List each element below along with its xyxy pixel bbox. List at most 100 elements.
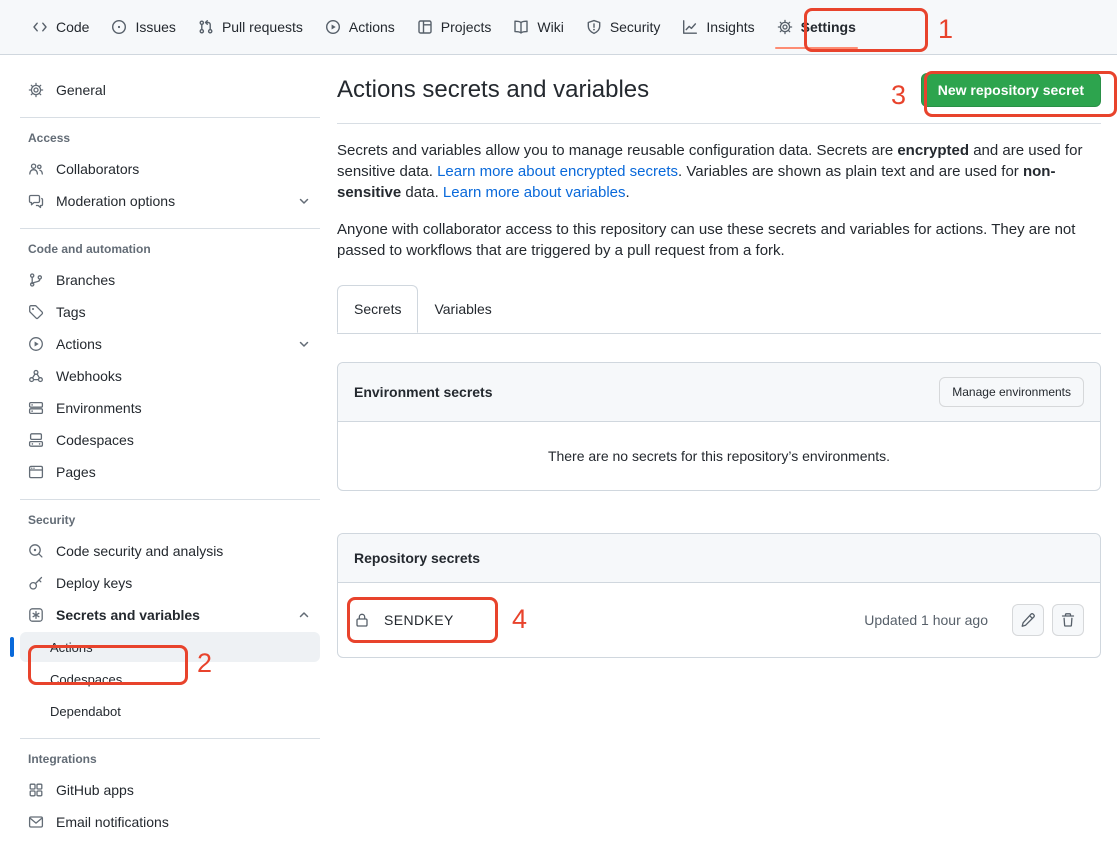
secrets-variables-tabnav: Secrets Variables xyxy=(337,285,1101,334)
sidebar-section-title-code-automation: Code and automation xyxy=(20,241,320,257)
lock-icon xyxy=(354,612,370,628)
repository-secrets-header: Repository secrets xyxy=(338,534,1100,583)
nav-tab-actions[interactable]: Actions xyxy=(315,11,405,43)
nav-tab-label: Pull requests xyxy=(222,19,303,35)
nav-tab-label: Code xyxy=(56,19,89,35)
sidebar-item-deploy-keys[interactable]: Deploy keys xyxy=(20,568,320,598)
sidebar-subitem-actions-secrets[interactable]: Actions xyxy=(20,632,320,662)
environment-secrets-box: Environment secrets Manage environments … xyxy=(337,362,1101,491)
tab-variables[interactable]: Variables xyxy=(418,285,507,333)
link-encrypted-secrets[interactable]: Learn more about encrypted secrets xyxy=(437,163,678,180)
divider xyxy=(20,117,320,118)
mail-icon xyxy=(28,814,44,830)
sidebar-section-title-access: Access xyxy=(20,130,320,146)
comment-discussion-icon xyxy=(28,193,44,209)
link-variables[interactable]: Learn more about variables xyxy=(443,184,626,201)
sidebar-item-code-security[interactable]: Code security and analysis xyxy=(20,536,320,566)
sidebar-item-label: Branches xyxy=(56,272,115,288)
tab-secrets[interactable]: Secrets xyxy=(337,285,418,333)
sidebar-item-email-notifications[interactable]: Email notifications xyxy=(20,807,320,837)
environment-secrets-empty-message: There are no secrets for this repository… xyxy=(338,422,1100,490)
description-text: . Variables are shown as plain text and … xyxy=(678,163,1023,180)
play-icon xyxy=(28,336,44,352)
chevron-down-icon xyxy=(296,193,312,209)
sidebar-item-environments[interactable]: Environments xyxy=(20,393,320,423)
webhook-icon xyxy=(28,368,44,384)
book-icon xyxy=(513,19,529,35)
code-icon xyxy=(32,19,48,35)
sidebar-item-label: Collaborators xyxy=(56,161,139,177)
nav-tab-security[interactable]: Security xyxy=(576,11,671,43)
repository-secrets-box: Repository secrets SENDKEY Updated 1 hou… xyxy=(337,533,1101,658)
github-settings-page: Code Issues Pull requests Actions Projec… xyxy=(0,0,1117,867)
divider xyxy=(20,738,320,739)
sidebar-item-github-apps[interactable]: GitHub apps xyxy=(20,775,320,805)
server-icon xyxy=(28,400,44,416)
delete-secret-button[interactable] xyxy=(1052,604,1084,636)
key-icon xyxy=(28,575,44,591)
edit-secret-button[interactable] xyxy=(1012,604,1044,636)
nav-tab-issues[interactable]: Issues xyxy=(101,11,185,43)
repo-tab-nav: Code Issues Pull requests Actions Projec… xyxy=(0,0,1117,55)
sidebar-item-pages[interactable]: Pages xyxy=(20,457,320,487)
sidebar-subitem-codespaces-secrets[interactable]: Codespaces xyxy=(20,664,320,694)
page-title: Actions secrets and variables xyxy=(337,73,649,107)
sidebar-item-label: Codespaces xyxy=(50,672,122,687)
graph-icon xyxy=(682,19,698,35)
sidebar-item-label: Webhooks xyxy=(56,368,122,384)
sidebar-item-label: Deploy keys xyxy=(56,575,132,591)
nav-tab-code[interactable]: Code xyxy=(22,11,99,43)
sidebar-item-label: Tags xyxy=(56,304,86,320)
main-content: Actions secrets and variables New reposi… xyxy=(337,55,1101,658)
divider xyxy=(20,499,320,500)
sidebar-item-branches[interactable]: Branches xyxy=(20,265,320,295)
sidebar-item-webhooks[interactable]: Webhooks xyxy=(20,361,320,391)
new-repository-secret-button[interactable]: New repository secret xyxy=(921,73,1101,107)
secrets-asterisk-icon xyxy=(28,607,44,623)
nav-tab-projects[interactable]: Projects xyxy=(407,11,502,43)
codespaces-icon xyxy=(28,432,44,448)
nav-tab-label: Security xyxy=(610,19,661,35)
nav-tab-label: Actions xyxy=(349,19,395,35)
repository-secrets-title: Repository secrets xyxy=(354,550,480,566)
secret-name: SENDKEY xyxy=(384,612,454,628)
nav-tab-label: Wiki xyxy=(537,19,563,35)
sidebar-item-label: Secrets and variables xyxy=(56,607,200,623)
nav-tab-insights[interactable]: Insights xyxy=(672,11,764,43)
nav-tab-wiki[interactable]: Wiki xyxy=(503,11,573,43)
issue-opened-icon xyxy=(111,19,127,35)
sidebar-item-codespaces[interactable]: Codespaces xyxy=(20,425,320,455)
table-icon xyxy=(417,19,433,35)
sidebar-item-secrets-and-variables[interactable]: Secrets and variables xyxy=(20,600,320,630)
sidebar-item-general[interactable]: General xyxy=(20,75,320,105)
nav-tab-pull-requests[interactable]: Pull requests xyxy=(188,11,313,43)
sidebar-item-label: Code security and analysis xyxy=(56,543,223,559)
nav-tab-label: Projects xyxy=(441,19,492,35)
play-icon xyxy=(325,19,341,35)
sidebar-section-title-integrations: Integrations xyxy=(20,751,320,767)
sidebar-item-label: Pages xyxy=(56,464,96,480)
secret-updated-timestamp: Updated 1 hour ago xyxy=(864,612,988,628)
description-text: . xyxy=(626,184,630,201)
gear-icon xyxy=(28,82,44,98)
sidebar-item-tags[interactable]: Tags xyxy=(20,297,320,327)
nav-tab-settings[interactable]: Settings xyxy=(767,11,866,43)
trash-icon xyxy=(1060,612,1076,628)
git-pull-request-icon xyxy=(198,19,214,35)
chevron-up-icon xyxy=(296,607,312,623)
sidebar-item-label: Email notifications xyxy=(56,814,169,830)
tag-icon xyxy=(28,304,44,320)
description-bold: encrypted xyxy=(897,142,969,159)
sidebar-subitem-dependabot-secrets[interactable]: Dependabot xyxy=(20,696,320,726)
sidebar-item-label: Dependabot xyxy=(50,704,121,719)
manage-environments-button[interactable]: Manage environments xyxy=(939,377,1084,407)
description-text: Secrets and variables allow you to manag… xyxy=(337,142,897,159)
sidebar-item-moderation-options[interactable]: Moderation options xyxy=(20,186,320,216)
sidebar-item-label: Actions xyxy=(50,640,93,655)
sidebar-item-collaborators[interactable]: Collaborators xyxy=(20,154,320,184)
people-icon xyxy=(28,161,44,177)
divider xyxy=(20,228,320,229)
sidebar-item-actions[interactable]: Actions xyxy=(20,329,320,359)
secrets-description: Secrets and variables allow you to manag… xyxy=(337,140,1101,203)
pencil-icon xyxy=(1020,612,1036,628)
